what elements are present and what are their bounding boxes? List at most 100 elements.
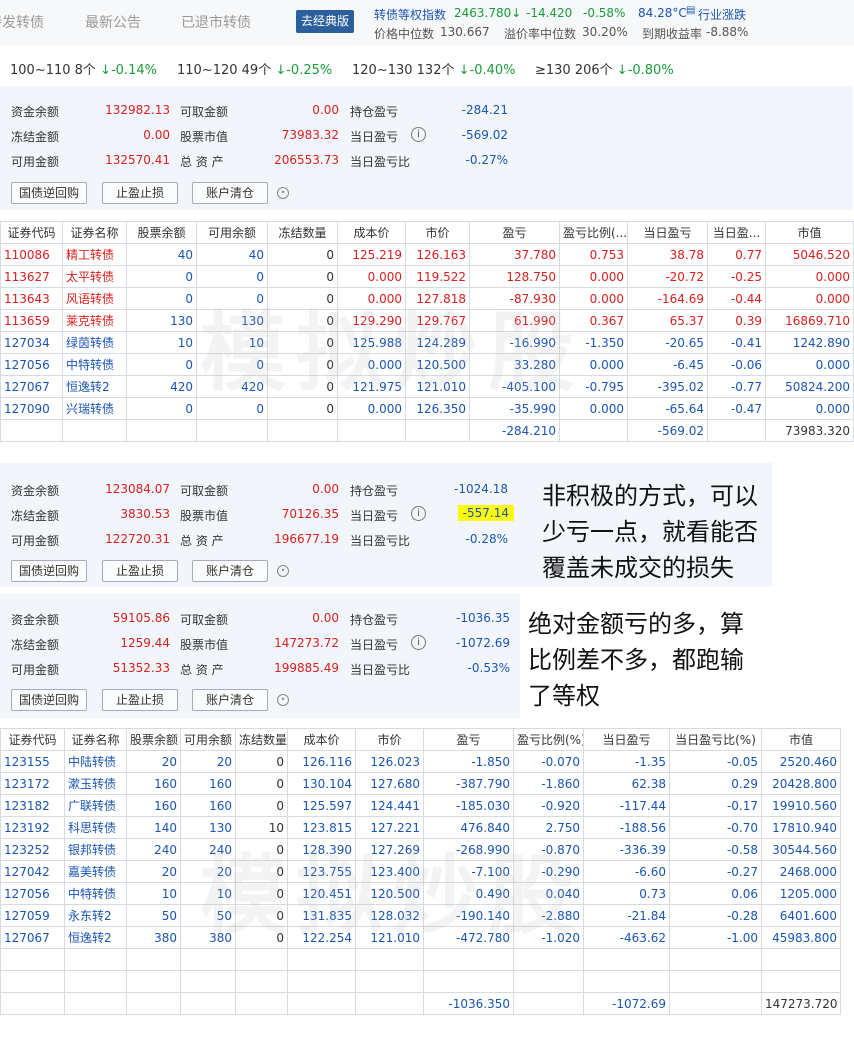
column-header[interactable]: 当日盈... <box>707 221 766 244</box>
industry-link[interactable]: 行业涨跌 <box>698 6 746 23</box>
cell <box>126 948 181 971</box>
cell: -6.60 <box>583 860 670 883</box>
security-name: 永东转2 <box>64 904 127 927</box>
column-header[interactable]: 当日盈亏 <box>583 728 670 751</box>
cell: 160 <box>180 794 236 817</box>
cell: 16869.710 <box>765 309 854 332</box>
cell: 0.000 <box>765 287 854 310</box>
table-row[interactable]: 123155 中陆转债 20 20 0 126.116 126.023 -1.850 -0.07… <box>0 750 841 773</box>
stock-value-label: 股票市值 <box>180 130 229 144</box>
column-header[interactable]: 盈亏 <box>469 221 560 244</box>
column-header[interactable]: 成本价 <box>337 221 406 244</box>
column-header[interactable]: 盈亏比例(... <box>559 221 628 244</box>
repo-button[interactable]: 国债逆回购 <box>11 689 87 711</box>
security-name: 广联转债 <box>64 794 127 817</box>
cell: -395.02 <box>627 375 708 398</box>
cash-label: 资金余额 <box>11 484 60 498</box>
clear-button[interactable]: 账户清仓 <box>192 560 268 582</box>
index-label[interactable]: 转债等权指数 <box>374 6 446 23</box>
top-header: 待发转债 最新公告 已退市转债 去经典版 转债等权指数 2463.780↓ -1… <box>0 0 854 46</box>
frozen-value: 3830.53 <box>120 507 170 521</box>
cell: 38.78 <box>627 243 708 266</box>
hold-pl-label: 持仓盈亏 <box>350 105 399 119</box>
column-header[interactable]: 市价 <box>355 728 424 751</box>
column-header[interactable]: 市值 <box>765 221 854 244</box>
classic-version-button[interactable]: 去经典版 <box>296 10 354 33</box>
cell: 130 <box>126 309 197 332</box>
day-pl-pct-value: -0.27% <box>465 153 508 167</box>
repo-button[interactable]: 国债逆回购 <box>11 182 87 204</box>
table-row[interactable]: 123182 广联转债 160 160 0 125.597 124.441 -185.030-… <box>0 794 841 817</box>
tab-delisted[interactable]: 已退市转债 <box>181 12 251 32</box>
column-header[interactable]: 可用余额 <box>196 221 268 244</box>
total-value: 73983.320 <box>765 419 854 442</box>
total-value: 147273.720 <box>761 992 841 1015</box>
total-day-pl: -1072.69 <box>583 992 670 1015</box>
cell: 380 <box>126 926 181 949</box>
column-header[interactable]: 证券代码 <box>0 728 65 751</box>
hold-pl-value: -1036.35 <box>456 611 510 625</box>
cell <box>669 992 762 1015</box>
cell <box>405 419 470 442</box>
security-name: 太平转债 <box>62 265 127 288</box>
cell <box>583 948 670 971</box>
day-pl-pct-label: 当日盈亏比 <box>350 534 411 548</box>
tab-upcoming[interactable]: 待发转债 <box>0 12 44 32</box>
cell <box>62 419 127 442</box>
column-header[interactable]: 冻结数量 <box>267 221 338 244</box>
column-header[interactable]: 当日盈亏 <box>627 221 708 244</box>
cell <box>669 970 762 993</box>
security-code: 127090 <box>0 397 63 420</box>
cell: 40 <box>126 243 197 266</box>
clear-button[interactable]: 账户清仓 <box>192 182 268 204</box>
day-pl-label: 当日盈亏 <box>350 509 399 523</box>
column-header[interactable]: 盈亏 <box>423 728 514 751</box>
day-pl-pct-label: 当日盈亏比 <box>350 155 411 169</box>
column-header[interactable]: 证券名称 <box>64 728 127 751</box>
index-change: -14.420 <box>526 6 573 20</box>
repo-button[interactable]: 国债逆回购 <box>11 560 87 582</box>
gear-icon[interactable]: • <box>277 565 289 577</box>
temperature[interactable]: 84.28°C <box>638 6 687 20</box>
gear-icon[interactable]: • <box>277 694 289 706</box>
security-code: 123182 <box>0 794 65 817</box>
available-value: 132570.41 <box>105 153 170 167</box>
cell <box>180 970 236 993</box>
cell: 30544.560 <box>761 838 841 861</box>
column-header[interactable]: 市值 <box>761 728 841 751</box>
stop-button[interactable]: 止盈止损 <box>102 560 178 582</box>
column-header[interactable]: 市价 <box>405 221 470 244</box>
column-header[interactable]: 冻结数量 <box>235 728 288 751</box>
clear-button[interactable]: 账户清仓 <box>192 689 268 711</box>
table-row[interactable]: 110086 精工转债 40 40 0 125.219 126.163 37.780 0.753… <box>0 243 854 266</box>
stop-button[interactable]: 止盈止损 <box>102 182 178 204</box>
cell: -0.05 <box>669 750 762 773</box>
column-header[interactable]: 盈亏比例(%) <box>513 728 584 751</box>
tab-announcements[interactable]: 最新公告 <box>85 12 141 32</box>
hold-pl-value: -284.21 <box>461 103 508 117</box>
available-label: 可用金额 <box>11 663 60 677</box>
column-header[interactable]: 股票余额 <box>126 221 197 244</box>
column-header[interactable]: 成本价 <box>287 728 356 751</box>
column-header[interactable]: 当日盈亏比(%) <box>669 728 762 751</box>
column-header[interactable]: 股票余额 <box>126 728 181 751</box>
available-value: 122720.31 <box>105 532 170 546</box>
gear-icon[interactable]: • <box>277 187 289 199</box>
table-row[interactable]: 123172 漱玉转债 160 160 0 130.104 127.680 -387.790-… <box>0 772 841 795</box>
info-icon[interactable]: i <box>411 506 426 521</box>
stop-button[interactable]: 止盈止损 <box>102 689 178 711</box>
column-header[interactable]: 可用余额 <box>180 728 236 751</box>
cell <box>761 948 841 971</box>
cell <box>64 992 127 1015</box>
security-code: 127056 <box>0 353 63 376</box>
cell <box>267 419 338 442</box>
column-header[interactable]: 证券代码 <box>0 221 63 244</box>
column-header[interactable]: 证券名称 <box>62 221 127 244</box>
info-icon[interactable]: i <box>411 635 426 650</box>
chart-icon[interactable]: ▤ <box>686 5 695 16</box>
total-value: 206553.73 <box>274 153 339 167</box>
info-icon[interactable]: i <box>411 127 426 142</box>
cell <box>235 948 288 971</box>
total-pl: -284.210 <box>469 419 560 442</box>
stock-value: 147273.72 <box>274 636 339 650</box>
